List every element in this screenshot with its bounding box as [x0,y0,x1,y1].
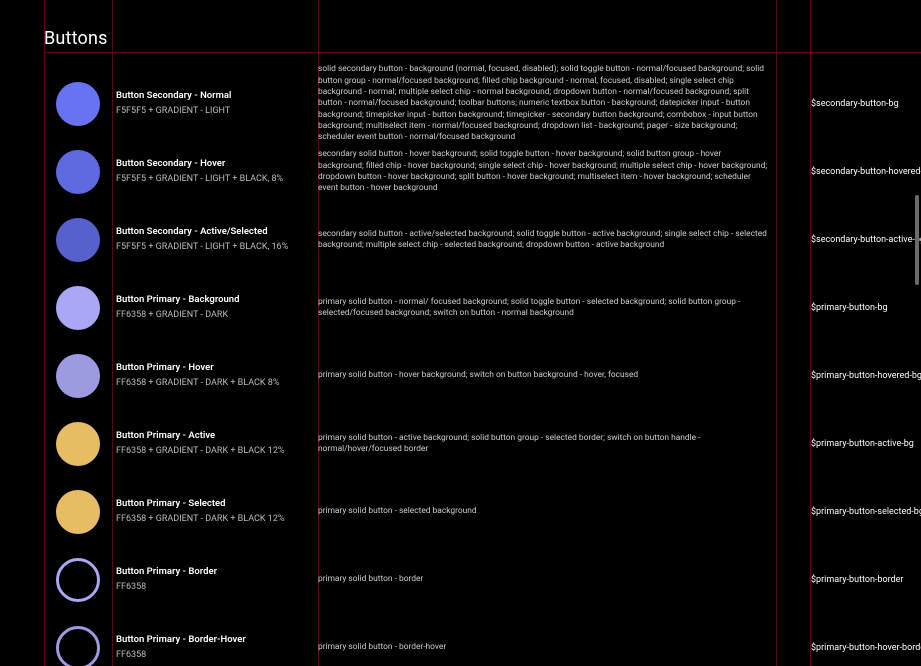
usage-text: solid secondary button - background (nor… [318,64,768,143]
swatch-column [44,410,112,478]
variable-column: $primary-button-hovered-bg [811,342,921,410]
color-swatch [56,490,100,534]
variable-name: $secondary-button-bg [811,99,899,109]
usage-column: primary solid button - border-hover [318,614,776,666]
color-swatch [56,422,100,466]
swatch-column [44,138,112,206]
swatch-column [44,614,112,666]
name-column: Button Primary - Hover FF6358 + GRADIENT … [116,342,318,410]
name-column: Button Primary - Border-Hover FF6358 [116,614,318,666]
variable-column: $primary-button-hover-border [811,614,921,666]
color-row: Button Secondary - Hover F5F5F5 + GRADIEN… [0,138,921,206]
token-formula: FF6358 + GRADIENT - DARK [116,310,312,322]
token-name: Button Secondary - Normal [116,90,312,102]
color-swatch [56,82,100,126]
token-formula: F5F5F5 + GRADIENT - LIGHT + BLACK, 8% [116,174,312,186]
usage-column: primary solid button - hover background;… [318,342,776,410]
variable-name: $secondary-button-hovered-bg [811,167,921,177]
variable-name: $secondary-button-active-bg [811,235,921,245]
scrollbar-thumb[interactable] [915,195,919,285]
name-column: Button Primary - Background FF6358 + GRAD… [116,274,318,342]
name-column: Button Primary - Border FF6358 [116,546,318,614]
swatch-column [44,70,112,138]
color-swatch [56,558,100,602]
swatch-column [44,342,112,410]
usage-column: primary solid button - selected backgrou… [318,478,776,546]
section-title: Buttons [44,28,108,49]
usage-text: primary solid button - selected backgrou… [318,506,477,517]
token-name: Button Primary - Hover [116,362,312,374]
variable-column: $primary-button-bg [811,274,921,342]
token-formula: FF6358 [116,582,312,594]
variable-column: $primary-button-active-bg [811,410,921,478]
color-row: Button Primary - Border FF6358 primary sol… [0,546,921,614]
name-column: Button Secondary - Normal F5F5F5 + GRADIE… [116,70,318,138]
token-formula: FF6358 + GRADIENT - DARK + BLACK 12% [116,446,312,458]
usage-text: primary solid button - normal/ focused b… [318,297,768,320]
usage-column: primary solid button - border [318,546,776,614]
variable-name: $primary-button-hovered-bg [811,371,921,381]
usage-text: secondary solid button - hover backgroun… [318,149,768,194]
swatch-column [44,478,112,546]
variable-column: $secondary-button-hovered-bg [811,138,921,206]
token-name: Button Primary - Border-Hover [116,634,312,646]
variable-column: $secondary-button-active-bg [811,206,921,274]
usage-column: secondary solid button - active/selected… [318,206,776,274]
swatch-column [44,546,112,614]
token-formula: FF6358 [116,650,312,662]
usage-text: primary solid button - border [318,574,423,585]
color-row: Button Secondary - Active/Selected F5F5F5… [0,206,921,274]
usage-column: secondary solid button - hover backgroun… [318,138,776,206]
usage-text: secondary solid button - active/selected… [318,229,768,252]
token-name: Button Secondary - Hover [116,158,312,170]
color-row: Button Secondary - Normal F5F5F5 + GRADIE… [0,70,921,138]
swatch-column [44,274,112,342]
token-name: Button Secondary - Active/Selected [116,226,312,238]
color-swatch [56,150,100,194]
variable-name: $primary-button-hover-border [811,643,921,653]
color-row: Button Primary - Hover FF6358 + GRADIENT … [0,342,921,410]
token-name: Button Primary - Active [116,430,312,442]
token-formula: F5F5F5 + GRADIENT - LIGHT [116,106,312,118]
color-row: Button Primary - Border-Hover FF6358 prima… [0,614,921,666]
variable-name: $primary-button-border [811,575,903,585]
variable-column: $primary-button-border [811,546,921,614]
name-column: Button Primary - Active FF6358 + GRADIENT… [116,410,318,478]
variable-name: $primary-button-selected-bg [811,507,921,517]
color-swatch [56,626,100,666]
usage-text: primary solid button - hover background;… [318,370,638,381]
usage-column: primary solid button - normal/ focused b… [318,274,776,342]
rows-container: Button Secondary - Normal F5F5F5 + GRADIE… [0,70,921,666]
token-formula: FF6358 + GRADIENT - DARK + BLACK 12% [116,514,312,526]
variable-name: $primary-button-active-bg [811,439,914,449]
usage-column: solid secondary button - background (nor… [318,70,776,138]
token-formula: FF6358 + GRADIENT - DARK + BLACK 8% [116,378,312,390]
variable-column: $secondary-button-bg [811,70,921,138]
variable-name: $primary-button-bg [811,303,888,313]
color-swatch [56,286,100,330]
name-column: Button Primary - Selected FF6358 + GRADIE… [116,478,318,546]
color-swatch [56,354,100,398]
color-row: Button Primary - Background FF6358 + GRAD… [0,274,921,342]
name-column: Button Secondary - Active/Selected F5F5F5… [116,206,318,274]
usage-text: primary solid button - active background… [318,433,768,456]
variable-column: $primary-button-selected-bg [811,478,921,546]
usage-text: primary solid button - border-hover [318,642,446,653]
color-row: Button Primary - Active FF6358 + GRADIENT… [0,410,921,478]
usage-column: primary solid button - active background… [318,410,776,478]
token-name: Button Primary - Selected [116,498,312,510]
token-formula: F5F5F5 + GRADIENT - LIGHT + BLACK, 16% [116,242,312,254]
name-column: Button Secondary - Hover F5F5F5 + GRADIEN… [116,138,318,206]
swatch-column [44,206,112,274]
color-row: Button Primary - Selected FF6358 + GRADIE… [0,478,921,546]
color-swatch [56,218,100,262]
token-name: Button Primary - Background [116,294,312,306]
grid-horizontal-line [44,52,921,53]
token-name: Button Primary - Border [116,566,312,578]
